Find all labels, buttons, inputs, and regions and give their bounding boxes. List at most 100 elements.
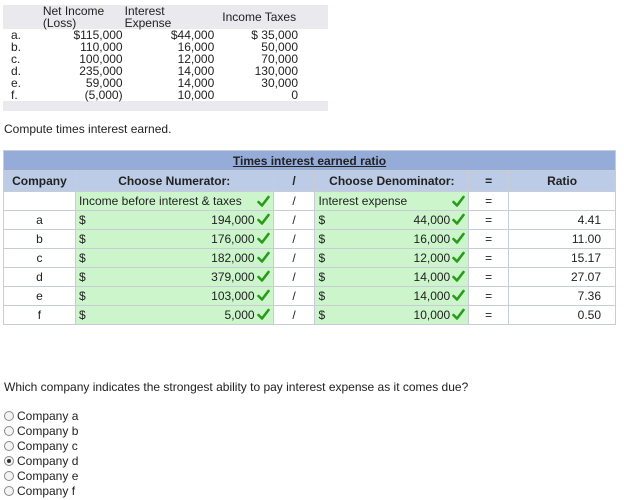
option-company-a[interactable]: Company a <box>4 408 78 423</box>
denominator-input[interactable]: $44,000 <box>314 210 470 230</box>
row-company: a <box>3 210 76 230</box>
question-text: Which company indicates the strongest ab… <box>4 380 469 394</box>
row-equals: = <box>468 286 510 306</box>
row-slash: / <box>272 267 316 287</box>
numerator-input[interactable]: $103,000 <box>74 286 274 306</box>
currency-symbol: $ <box>78 232 86 246</box>
numerator-input[interactable]: $176,000 <box>74 229 274 249</box>
given-footer-bar <box>3 101 328 111</box>
row-company: c <box>3 248 76 268</box>
numerator-input[interactable]: $379,000 <box>74 267 274 287</box>
currency-symbol: $ <box>318 289 326 303</box>
numerator-select-value: Income before interest & taxes <box>78 194 242 208</box>
check-icon <box>452 289 466 302</box>
option-company-e[interactable]: Company e <box>4 468 78 483</box>
row-ratio: 11.00 <box>508 229 616 249</box>
row-equals: = <box>468 229 510 249</box>
option-company-f[interactable]: Company f <box>4 483 78 498</box>
option-label: Company c <box>17 438 78 453</box>
row-slash: / <box>272 305 316 325</box>
denominator-input[interactable]: $14,000 <box>314 267 470 287</box>
label-row-ratio <box>508 191 616 211</box>
denominator-value: 10,000 <box>413 308 451 322</box>
denominator-input[interactable]: $16,000 <box>314 229 470 249</box>
numerator-input[interactable]: $182,000 <box>74 248 274 268</box>
denominator-input[interactable]: $10,000 <box>314 305 470 325</box>
denominator-select-value: Interest expense <box>318 194 408 208</box>
ratio-row: f $5,000/$10,000 = 0.50 <box>3 305 616 325</box>
option-company-b[interactable]: Company b <box>4 423 78 438</box>
col-numerator: Choose Numerator: <box>74 170 274 192</box>
row-ratio: 7.36 <box>508 286 616 306</box>
radio-button[interactable] <box>4 455 14 466</box>
currency-symbol: $ <box>318 213 326 227</box>
currency-symbol: $ <box>78 213 86 227</box>
label-row-slash: / <box>272 191 316 211</box>
check-icon <box>256 308 270 321</box>
answer-options: Company a Company b Company c Company d Comp… <box>4 408 78 498</box>
check-icon <box>452 308 466 321</box>
row-equals: = <box>468 210 510 230</box>
option-label: Company d <box>17 453 79 468</box>
ratio-row: b $176,000/$16,000 = 11.00 <box>3 229 616 249</box>
radio-button[interactable] <box>4 440 14 451</box>
radio-button[interactable] <box>4 485 14 496</box>
row-slash: / <box>272 229 316 249</box>
header-interest-expense: Interest Expense <box>124 4 172 30</box>
given-interest-expense: 10,000 <box>124 89 217 101</box>
label-row-equals: = <box>468 191 510 211</box>
col-company: Company <box>3 170 76 192</box>
given-row: f. (5,000) 10,000 0 <box>3 89 328 101</box>
row-equals: = <box>468 305 510 325</box>
currency-symbol: $ <box>318 270 326 284</box>
option-company-c[interactable]: Company c <box>4 438 78 453</box>
check-icon <box>256 232 270 245</box>
row-ratio: 15.17 <box>508 248 616 268</box>
given-income-taxes: 30,000 <box>216 77 328 89</box>
check-icon <box>256 195 270 208</box>
given-header-blank <box>3 5 43 29</box>
check-icon <box>256 213 270 226</box>
currency-symbol: $ <box>318 308 326 322</box>
radio-button[interactable] <box>4 410 14 421</box>
currency-symbol: $ <box>78 270 86 284</box>
check-icon <box>452 251 466 264</box>
denominator-value: 14,000 <box>413 289 451 303</box>
option-company-d[interactable]: Company d <box>4 453 78 468</box>
header-income-taxes: Income Taxes <box>222 10 297 24</box>
denominator-input[interactable]: $14,000 <box>314 286 470 306</box>
numerator-value: 103,000 <box>211 289 255 303</box>
radio-button[interactable] <box>4 470 14 481</box>
option-label: Company e <box>17 468 79 483</box>
check-icon <box>256 251 270 264</box>
row-company: b <box>3 229 76 249</box>
col-denominator: Choose Denominator: <box>314 170 470 192</box>
row-company: f <box>3 305 76 325</box>
numerator-select[interactable]: Income before interest & taxes <box>74 191 274 211</box>
ratio-table-title: Times interest earned ratio <box>3 150 616 171</box>
check-icon <box>452 232 466 245</box>
row-slash: / <box>272 210 316 230</box>
ratio-row: a $194,000/$44,000 = 4.41 <box>3 210 616 230</box>
given-row-label: a. <box>3 29 43 41</box>
denominator-value: 16,000 <box>413 232 451 246</box>
radio-button[interactable] <box>4 425 14 436</box>
check-icon <box>256 289 270 302</box>
given-row-label: f. <box>3 89 43 101</box>
denominator-input[interactable]: $12,000 <box>314 248 470 268</box>
ratio-row: c $182,000/$12,000 = 15.17 <box>3 248 616 268</box>
instruction-text: Compute times interest earned. <box>4 122 172 136</box>
denominator-select[interactable]: Interest expense <box>314 191 470 211</box>
given-data-table: Net Income (Loss) Interest Expense Incom… <box>3 5 328 111</box>
option-label: Company a <box>17 408 79 423</box>
numerator-value: 194,000 <box>211 213 255 227</box>
col-slash: / <box>272 170 316 192</box>
numerator-input[interactable]: $5,000 <box>74 305 274 325</box>
check-icon <box>452 213 466 226</box>
given-row-label: c. <box>3 53 43 65</box>
check-icon <box>452 270 466 283</box>
numerator-input[interactable]: $194,000 <box>74 210 274 230</box>
denominator-value: 14,000 <box>413 270 451 284</box>
given-row: e. 59,000 14,000 30,000 <box>3 77 328 89</box>
option-label: Company b <box>17 423 79 438</box>
